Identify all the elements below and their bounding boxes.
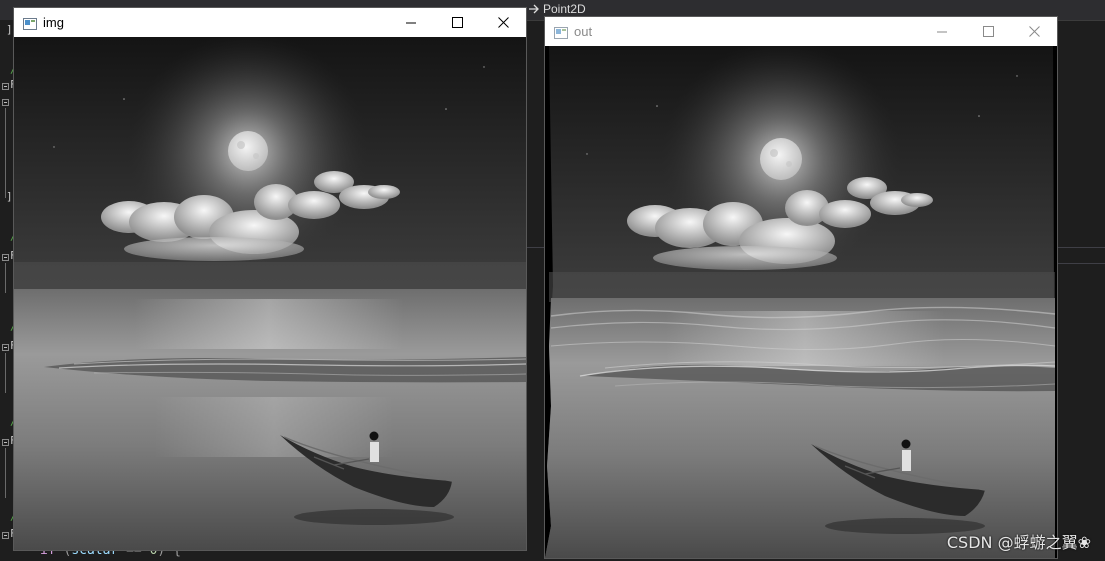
maximize-icon	[982, 26, 994, 37]
image-canvas[interactable]	[14, 37, 526, 550]
maximize-icon	[451, 17, 463, 28]
title-bar[interactable]: img	[14, 8, 526, 37]
fold-icon[interactable]	[2, 99, 9, 106]
editor-divider	[1057, 263, 1105, 264]
watermark: CSDN @蜉蝣之翼❀	[946, 533, 1091, 552]
app-icon	[23, 16, 37, 30]
app-icon	[554, 25, 568, 39]
moonlit-boat-image	[14, 37, 526, 550]
image-canvas[interactable]	[545, 46, 1057, 558]
close-icon	[1028, 26, 1040, 37]
window-title: img	[43, 15, 64, 30]
fold-icon[interactable]	[2, 83, 9, 90]
close-icon	[497, 17, 509, 28]
fold-line	[5, 353, 6, 393]
minimize-icon	[406, 22, 416, 23]
image-window-out[interactable]: out	[545, 17, 1057, 558]
breadcrumb[interactable]: Point2D	[528, 1, 586, 17]
minimize-button[interactable]	[919, 17, 965, 46]
fold-icon[interactable]	[2, 439, 9, 446]
window-title: out	[574, 24, 593, 39]
minimize-button[interactable]	[388, 8, 434, 37]
fold-icon[interactable]	[2, 344, 9, 351]
fold-line	[5, 263, 6, 293]
maximize-button[interactable]	[434, 8, 480, 37]
gutter-bracket: ]	[6, 190, 13, 203]
window-controls	[919, 17, 1057, 46]
fold-line	[5, 108, 6, 198]
maximize-button[interactable]	[965, 17, 1011, 46]
close-button[interactable]	[480, 8, 526, 37]
fold-icon[interactable]	[2, 532, 9, 539]
warped-boat-image	[545, 46, 1057, 558]
editor-gutter: ] / F ] / F / F / F / F	[0, 20, 17, 561]
fold-icon[interactable]	[2, 254, 9, 261]
close-button[interactable]	[1011, 17, 1057, 46]
breadcrumb-label: Point2D	[543, 2, 586, 16]
fold-line	[5, 448, 6, 498]
window-controls	[388, 8, 526, 37]
title-bar[interactable]: out	[545, 17, 1057, 46]
gutter-bracket: ]	[6, 23, 13, 36]
image-window-img[interactable]: img	[14, 8, 526, 550]
minimize-icon	[937, 31, 947, 32]
arrow-right-icon	[529, 4, 539, 14]
